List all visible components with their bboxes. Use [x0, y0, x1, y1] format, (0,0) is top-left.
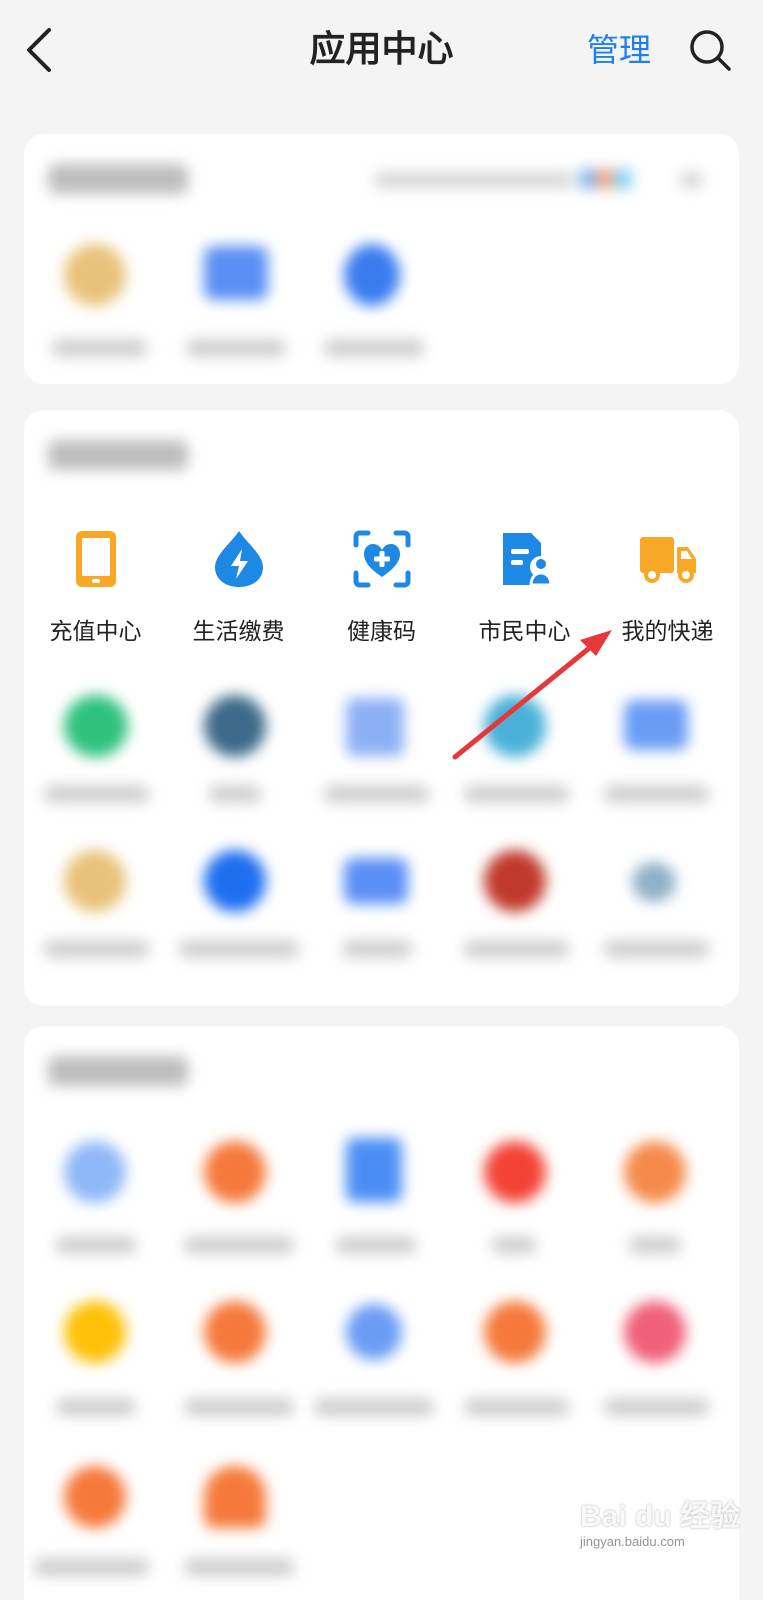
app-my-delivery[interactable]: 我的快递 [596, 505, 739, 655]
app-grid-row: 充值中心 生活缴费 健康码 市民中心 我的快递 [24, 505, 739, 655]
recommended-apps-card [24, 410, 739, 1006]
citizen-document-icon [503, 533, 553, 587]
back-button[interactable] [18, 26, 62, 74]
watermark-main: Bai du 经验 [580, 1500, 741, 1533]
watermark-sub: jingyan.baidu.com [580, 1534, 685, 1549]
app-recharge-center[interactable]: 充值中心 [24, 505, 167, 655]
my-apps-card [24, 134, 739, 384]
tablet-icon [76, 531, 116, 587]
manage-button[interactable]: 管理 [587, 24, 651, 76]
app-citizen-center[interactable]: 市民中心 [453, 505, 596, 655]
app-label: 生活缴费 [192, 619, 285, 645]
top-bar: 应用中心 管理 [0, 0, 763, 104]
lightning-drop-icon [215, 531, 263, 587]
app-health-code[interactable]: 健康码 [310, 505, 453, 655]
delivery-truck-icon [640, 537, 696, 583]
blurred-content [24, 410, 739, 1006]
app-label: 健康码 [347, 619, 416, 645]
search-button[interactable] [688, 28, 732, 72]
app-label: 我的快递 [621, 619, 714, 645]
blurred-content [24, 134, 739, 384]
health-heart-scan-icon [353, 530, 411, 588]
app-label: 市民中心 [478, 619, 571, 645]
baidu-jingyan-watermark: Bai du 经验 jingyan.baidu.com [580, 1500, 750, 1590]
chevron-left-icon [27, 28, 51, 72]
app-label: 充值中心 [49, 619, 142, 645]
app-utility-payment[interactable]: 生活缴费 [167, 505, 310, 655]
search-icon [690, 30, 731, 71]
